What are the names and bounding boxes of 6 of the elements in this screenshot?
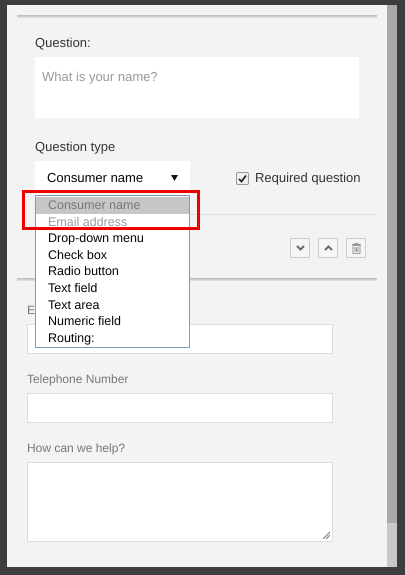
field-label: Telephone Number (27, 371, 128, 387)
question-label: Question: (35, 35, 92, 51)
field-label: How can we help? (27, 440, 126, 456)
field-label: E (27, 302, 36, 318)
question-type-label: Question type (35, 139, 116, 155)
required-label: Required question (255, 169, 361, 188)
